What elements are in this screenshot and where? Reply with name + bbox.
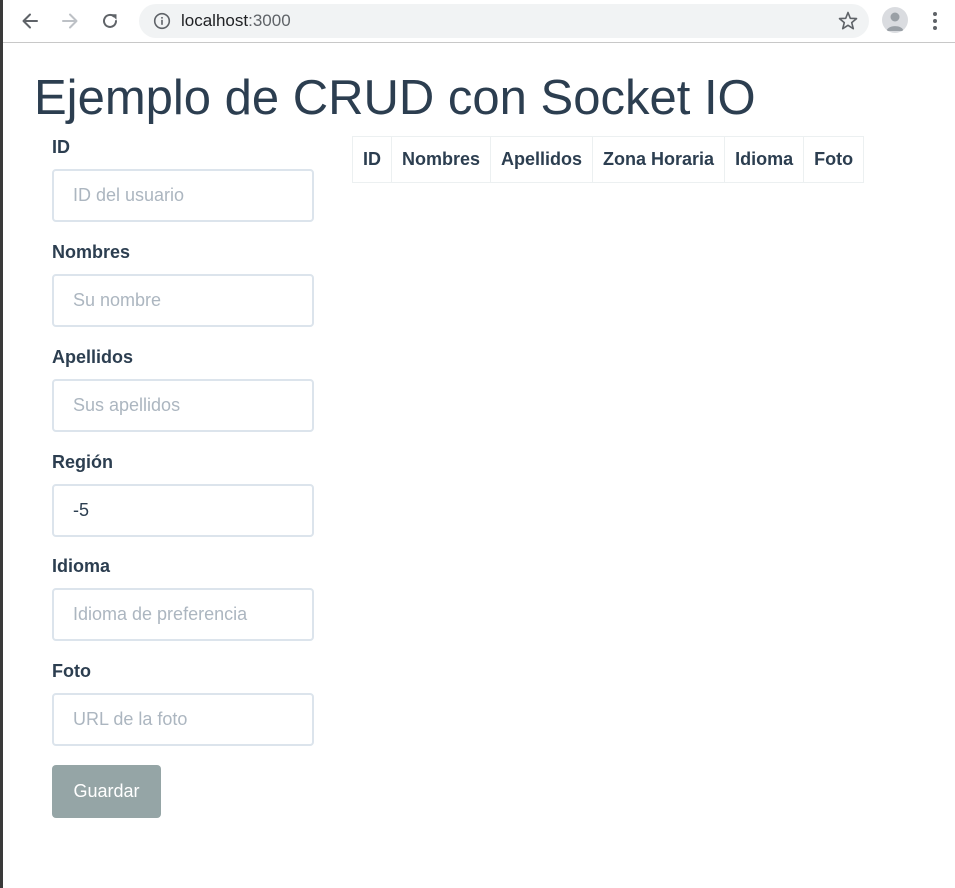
- field-foto: Foto: [52, 660, 314, 746]
- table-header-row: ID Nombres Apellidos Zona Horaria Idioma…: [352, 136, 865, 183]
- id-input[interactable]: [52, 169, 314, 222]
- label-foto: Foto: [52, 661, 91, 681]
- column-header-foto: Foto: [803, 136, 865, 183]
- save-button[interactable]: Guardar: [52, 765, 161, 818]
- field-apellidos: Apellidos: [52, 346, 314, 432]
- url-text: localhost:3000: [181, 12, 291, 30]
- profile-avatar[interactable]: [882, 7, 908, 33]
- column-header-idioma: Idioma: [724, 136, 805, 183]
- idioma-input[interactable]: [52, 588, 314, 641]
- apellidos-input[interactable]: [52, 379, 314, 432]
- arrow-left-icon: [22, 13, 38, 29]
- star-icon[interactable]: [837, 10, 859, 32]
- column-header-zona-horaria: Zona Horaria: [592, 136, 726, 183]
- reload-icon: [103, 13, 117, 28]
- info-icon[interactable]: [153, 12, 171, 30]
- label-region: Región: [52, 452, 113, 472]
- field-id: ID: [52, 136, 314, 222]
- label-idioma: Idioma: [52, 556, 111, 576]
- region-input[interactable]: [52, 484, 314, 537]
- address-bar[interactable]: localhost:3000: [139, 4, 869, 38]
- label-nombres: Nombres: [52, 242, 131, 262]
- browser-menu-button[interactable]: [925, 8, 945, 34]
- browser-toolbar: localhost:3000: [3, 0, 955, 43]
- reload-button[interactable]: [96, 7, 124, 35]
- url-host: localhost: [181, 11, 249, 30]
- page-content: Ejemplo de CRUD con Socket IO ID Nombres…: [3, 43, 955, 888]
- users-table: ID Nombres Apellidos Zona Horaria Idioma…: [352, 136, 865, 183]
- label-apellidos: Apellidos: [52, 347, 134, 367]
- foto-input[interactable]: [52, 693, 314, 746]
- column-header-nombres: Nombres: [390, 136, 492, 183]
- column-header-apellidos: Apellidos: [490, 136, 594, 183]
- column-header-id: ID: [352, 136, 392, 183]
- field-nombres: Nombres: [52, 241, 314, 327]
- arrow-right-icon: [62, 13, 78, 29]
- url-port: :3000: [248, 11, 291, 30]
- nombres-input[interactable]: [52, 274, 314, 327]
- back-button[interactable]: [16, 7, 44, 35]
- more-vert-icon: [933, 12, 937, 30]
- field-region: Región: [52, 451, 314, 537]
- label-id: ID: [52, 137, 70, 157]
- field-idioma: Idioma: [52, 555, 314, 641]
- forward-button[interactable]: [56, 7, 84, 35]
- page-title: Ejemplo de CRUD con Socket IO: [34, 71, 756, 125]
- user-icon: [886, 12, 904, 31]
